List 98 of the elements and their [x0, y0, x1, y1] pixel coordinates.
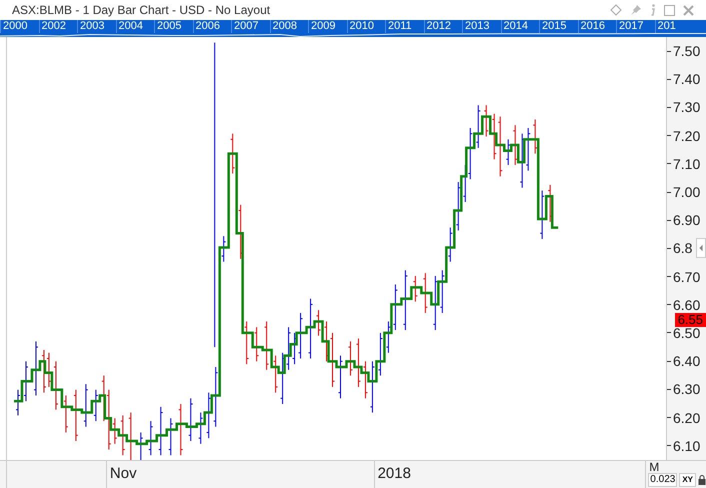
- price-bar: [93, 389, 98, 422]
- price-bar: [412, 275, 418, 302]
- scale-field[interactable]: 0.023: [648, 473, 678, 487]
- close-icon[interactable]: [683, 4, 694, 16]
- pin-icon[interactable]: [630, 4, 642, 16]
- navigator-year: 2017: [616, 20, 654, 33]
- date-axis-label: M: [648, 461, 660, 473]
- price-bar: [512, 124, 518, 166]
- price-bar: [120, 414, 126, 456]
- navigator-year: 2000: [0, 20, 38, 33]
- price-tick-label: 6.30: [673, 382, 700, 396]
- price-bar: [264, 321, 270, 370]
- lock-icon[interactable]: [698, 475, 706, 485]
- price-bar: [338, 355, 343, 399]
- price-bar: [402, 270, 408, 331]
- price-bar: [158, 406, 164, 456]
- price-bar: [238, 204, 244, 260]
- price-bar: [432, 275, 438, 331]
- navigator-year: 2011: [385, 20, 424, 33]
- navigator-year: 201: [654, 20, 693, 33]
- maximize-icon[interactable]: [664, 4, 675, 16]
- price-bar: [386, 321, 391, 354]
- navigator-year: 2009: [308, 20, 346, 33]
- navigator-year: 2003: [77, 20, 116, 33]
- navigator-year: 2005: [154, 20, 192, 33]
- navigator-year: 2002: [38, 20, 77, 33]
- price-bar: [392, 284, 398, 331]
- diamond-icon[interactable]: [610, 4, 622, 16]
- price-bar: [168, 418, 174, 456]
- price-bar: [244, 321, 250, 365]
- price-bar: [308, 298, 314, 359]
- price-bar: [53, 360, 58, 410]
- navigator-year: 2015: [539, 20, 578, 33]
- price-bar: [230, 133, 236, 174]
- price-bar: [362, 360, 368, 399]
- navigator-year: 2014: [500, 20, 539, 33]
- price-bar: [221, 236, 226, 262]
- price-bar: [548, 184, 553, 222]
- navigator-year: 2008: [270, 20, 308, 33]
- price-bar: [273, 355, 278, 394]
- date-axis-label: 2018: [374, 461, 646, 488]
- price-bar: [178, 404, 184, 456]
- window-title: ASX:BLMB - 1 Day Bar Chart - USD - No Layout: [12, 2, 270, 19]
- navigator-year: 2016: [578, 20, 616, 33]
- price-tick-label: 7.20: [673, 128, 700, 143]
- navigator-year: 2004: [116, 20, 154, 33]
- navigator-year: 2010: [346, 20, 385, 33]
- price-bar: [198, 412, 204, 444]
- price-bar: [378, 332, 383, 376]
- mode-toggle[interactable]: XY: [679, 473, 696, 487]
- price-tick-label: 6.8: [673, 241, 692, 256]
- collapse-tab-icon[interactable]: [696, 238, 706, 258]
- price-tick-label: 6.70: [673, 270, 700, 284]
- navigator-year: 2007: [231, 20, 270, 33]
- price-tick-label: 6.10: [673, 438, 700, 453]
- navigator-strip[interactable]: 2000 2002 2003 2004 2005 2006 2007 2008 2009 2010 2011 2012 2013 2014 2015 2016 2017 201: [0, 20, 706, 37]
- price-bar: [213, 366, 218, 428]
- price-bar: [63, 394, 68, 433]
- price-bar: [316, 310, 322, 336]
- price-tick-label: 7.30: [673, 100, 700, 114]
- price-bar: [188, 398, 194, 442]
- price-bar: [484, 104, 489, 138]
- navigator-year: 2013: [462, 20, 500, 33]
- price-tick-label: 6.50: [673, 326, 700, 340]
- price-tick-label: 7.40: [673, 72, 700, 86]
- price-tick-label: 6.90: [673, 213, 700, 228]
- price-bar: [370, 360, 375, 414]
- navigator-year: 2006: [192, 20, 231, 33]
- price-bar: [33, 340, 38, 396]
- price-bar: [73, 389, 78, 442]
- price-bar: [15, 389, 20, 416]
- price-bar: [540, 190, 545, 240]
- price-bar: [456, 182, 461, 231]
- price-bar: [348, 340, 353, 376]
- price-tick-label: 7.00: [673, 185, 700, 200]
- price-bar: [206, 392, 212, 439]
- price-bar: [254, 326, 260, 362]
- price-bar: [128, 412, 132, 460]
- price-tick-label: 6.60: [673, 298, 700, 312]
- price-bar: [148, 420, 154, 456]
- price-bar: [506, 138, 511, 166]
- info-icon[interactable]: [650, 4, 656, 16]
- price-tick-label: 6.20: [673, 410, 700, 425]
- price-bar: [422, 272, 428, 314]
- price-bar: [440, 270, 445, 314]
- price-bar: [83, 384, 88, 428]
- price-bar: [448, 227, 453, 262]
- navigator-year: 2012: [424, 20, 462, 33]
- price-bar: [476, 104, 481, 148]
- price-bar: [23, 360, 28, 402]
- price-tick-label: 6.40: [673, 354, 700, 368]
- price-tick-label: 7.10: [673, 156, 700, 171]
- price-bar: [532, 118, 538, 154]
- date-axis-label: Nov: [106, 461, 374, 488]
- last-price-badge: 6.55: [674, 312, 706, 326]
- price-tick-label: 7.50: [673, 44, 700, 58]
- price-bar: [356, 338, 361, 388]
- price-bar: [140, 432, 144, 460]
